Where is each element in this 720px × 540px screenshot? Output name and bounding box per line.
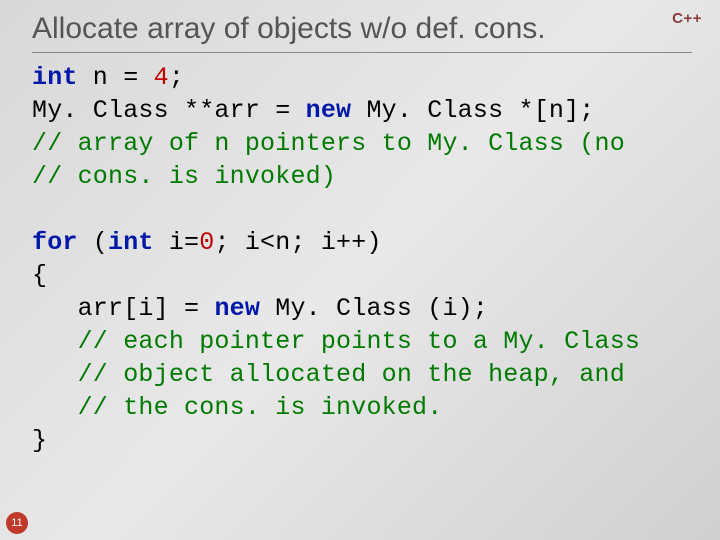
slide-title: Allocate array of objects w/o def. cons. (24, 12, 696, 46)
language-badge: C++ (672, 10, 702, 27)
code-block: int n = 4; My. Class **arr = new My. Cla… (24, 61, 696, 457)
code-text: } (32, 426, 47, 455)
comment: // object allocated on the heap, and (32, 360, 625, 389)
code-text: My. Class *[n]; (351, 96, 594, 125)
title-divider (32, 52, 692, 53)
comment: // each pointer points to a My. Class (32, 327, 640, 356)
code-text: i= (154, 228, 200, 257)
keyword-int: int (108, 228, 154, 257)
keyword-new: new (306, 96, 352, 125)
code-text: ; i<n; i++) (214, 228, 381, 257)
comment: // the cons. is invoked. (32, 393, 442, 422)
comment: // array of n pointers to My. Class (no (32, 129, 625, 158)
slide: C++ Allocate array of objects w/o def. c… (0, 0, 720, 540)
code-text: { (32, 261, 47, 290)
keyword-for: for (32, 228, 78, 257)
comment: // cons. is invoked) (32, 162, 336, 191)
number-literal: 0 (199, 228, 214, 257)
code-text: arr[i] = (32, 294, 214, 323)
code-text: My. Class **arr = (32, 96, 306, 125)
code-text: n = (78, 63, 154, 92)
code-text: My. Class (i); (260, 294, 488, 323)
code-text: ; (169, 63, 184, 92)
keyword-int: int (32, 63, 78, 92)
number-literal: 4 (154, 63, 169, 92)
keyword-new: new (214, 294, 260, 323)
code-text: ( (78, 228, 108, 257)
slide-number-badge: 11 (6, 512, 28, 534)
